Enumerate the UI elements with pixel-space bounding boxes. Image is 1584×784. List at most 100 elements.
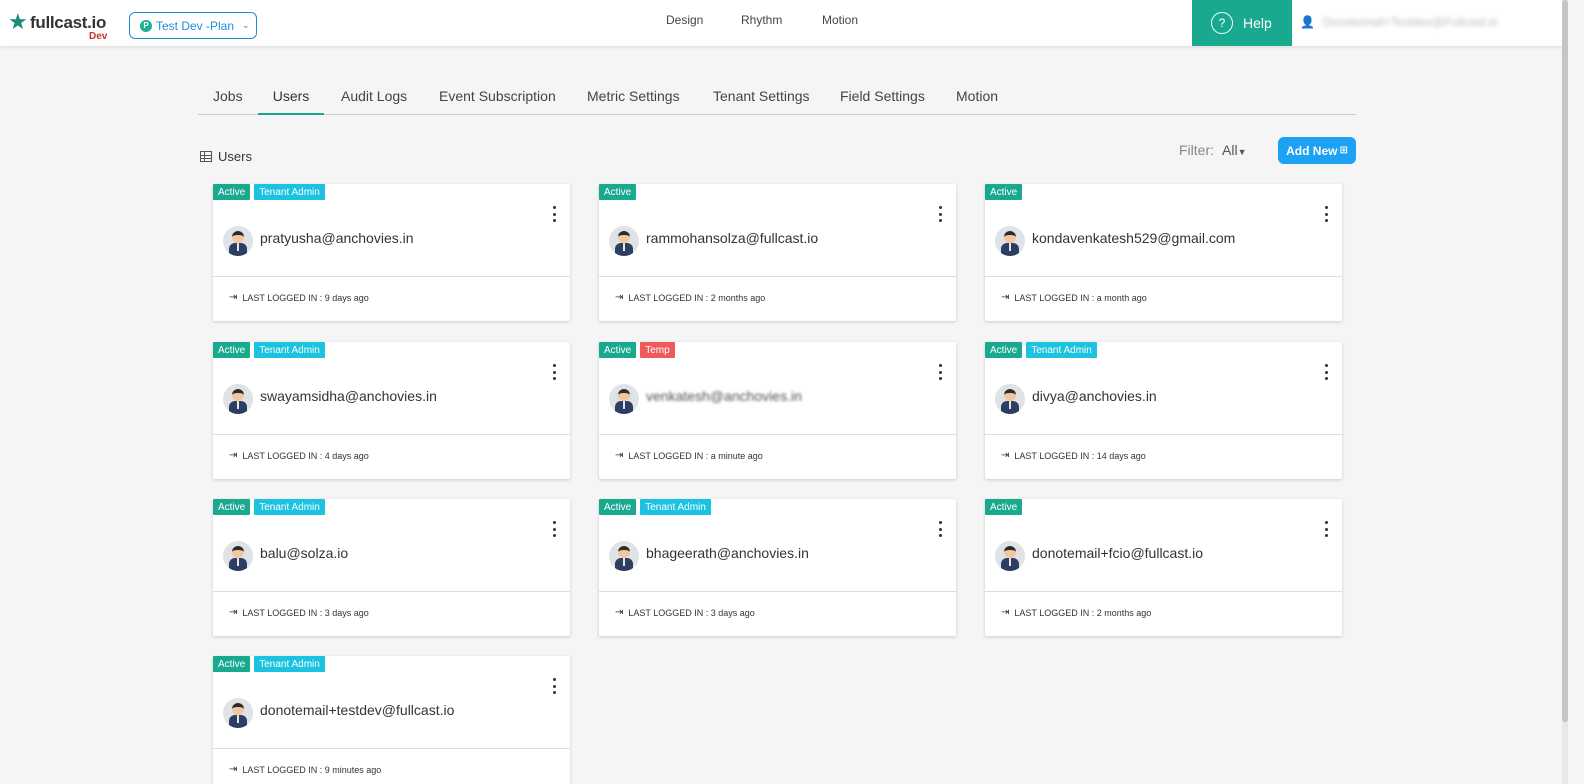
more-options-icon[interactable] — [551, 364, 557, 380]
card-divider — [599, 591, 956, 592]
avatar — [995, 384, 1025, 414]
more-options-icon[interactable] — [551, 206, 557, 222]
sign-in-icon: ⇥ — [615, 607, 624, 618]
plan-selector[interactable]: P Test Dev -Plan ⌄ — [129, 12, 257, 39]
page-scrollbar[interactable] — [1562, 0, 1568, 784]
user-badges: Active Tenant Admin — [213, 184, 325, 200]
user-card[interactable]: Active Tenant Admin swayamsidha@anchovies.… — [213, 342, 570, 479]
filter-label: Filter: — [1179, 142, 1214, 158]
add-new-button[interactable]: Add New ⊞ — [1278, 137, 1356, 164]
card-divider — [213, 276, 570, 277]
last-logged-in: ⇥ LAST LOGGED IN : a minute ago — [615, 450, 763, 461]
avatar — [609, 384, 639, 414]
user-card[interactable]: Active Tenant Admin pratyusha@anchovies.in… — [213, 184, 570, 321]
more-options-icon[interactable] — [1323, 364, 1329, 380]
filter-value: All — [1222, 142, 1238, 158]
tab-metric-settings[interactable]: Metric Settings — [587, 78, 680, 114]
tab-tenant-settings[interactable]: Tenant Settings — [713, 78, 810, 114]
tab-field-settings[interactable]: Field Settings — [840, 78, 925, 114]
more-options-icon[interactable] — [937, 521, 943, 537]
last-logged-prefix: LAST LOGGED IN : — [1014, 450, 1097, 461]
logo-text: fullcast.io — [30, 13, 107, 32]
avatar — [609, 541, 639, 571]
last-logged-text: LAST LOGGED IN : 14 days ago — [1014, 451, 1145, 461]
sign-in-icon: ⇥ — [615, 450, 624, 461]
avatar — [223, 541, 253, 571]
avatar — [223, 698, 253, 728]
user-card[interactable]: Active rammohansolza@fullcast.io ⇥ LAST LOG… — [599, 184, 956, 321]
status-badge: Active — [985, 342, 1023, 358]
help-button[interactable]: ? Help — [1192, 0, 1292, 46]
card-divider — [213, 748, 570, 749]
user-email: venkatesh@anchovies.in — [646, 388, 802, 404]
status-badge: Tenant Admin — [640, 499, 711, 515]
more-options-icon[interactable] — [937, 364, 943, 380]
user-badges: Active Tenant Admin — [213, 499, 325, 515]
user-email: pratyusha@anchovies.in — [260, 230, 414, 246]
last-logged-text: LAST LOGGED IN : 9 minutes ago — [242, 765, 381, 775]
nav-motion[interactable]: Motion — [822, 13, 858, 27]
nav-design[interactable]: Design — [666, 13, 703, 27]
more-options-icon[interactable] — [551, 678, 557, 694]
sign-in-icon: ⇥ — [229, 607, 238, 618]
card-divider — [213, 591, 570, 592]
avatar — [995, 226, 1025, 256]
tab-motion[interactable]: Motion — [956, 78, 998, 114]
user-card[interactable]: Active Tenant Admin donotemail+testdev@ful… — [213, 656, 570, 784]
last-logged-in: ⇥ LAST LOGGED IN : 2 months ago — [1001, 607, 1151, 618]
last-logged-value: 9 days ago — [324, 292, 369, 303]
user-badges: Active — [985, 184, 1023, 200]
last-logged-text: LAST LOGGED IN : 3 days ago — [242, 608, 368, 618]
help-icon: ? — [1211, 12, 1233, 34]
last-logged-text: LAST LOGGED IN : 2 months ago — [628, 293, 765, 303]
more-options-icon[interactable] — [551, 521, 557, 537]
last-logged-text: LAST LOGGED IN : 9 days ago — [242, 293, 368, 303]
filter-dropdown[interactable]: All▼ — [1222, 142, 1246, 158]
last-logged-in: ⇥ LAST LOGGED IN : 2 months ago — [615, 292, 765, 303]
last-logged-prefix: LAST LOGGED IN : — [628, 450, 711, 461]
sign-in-icon: ⇥ — [229, 292, 238, 303]
last-logged-prefix: LAST LOGGED IN : — [1014, 607, 1097, 618]
last-logged-prefix: LAST LOGGED IN : — [1014, 292, 1097, 303]
last-logged-prefix: LAST LOGGED IN : — [628, 292, 711, 303]
fullcast-logo[interactable]: ★ fullcast.io Dev — [8, 11, 123, 43]
user-badges: Active Tenant Admin — [599, 499, 711, 515]
tab-event-subscription[interactable]: Event Subscription — [439, 78, 556, 114]
filter: Filter: All▼ — [1179, 142, 1246, 158]
scrollbar-thumb[interactable] — [1562, 0, 1568, 722]
plan-icon: P — [140, 19, 152, 32]
user-card[interactable]: Active Temp venkatesh@anchovies.in ⇥ LAST LO… — [599, 342, 956, 479]
more-options-icon[interactable] — [1323, 521, 1329, 537]
status-badge: Tenant Admin — [1026, 342, 1097, 358]
avatar — [223, 384, 253, 414]
user-card[interactable]: Active kondavenkatesh529@gmail.com ⇥ LAST L… — [985, 184, 1342, 321]
more-options-icon[interactable] — [1323, 206, 1329, 222]
last-logged-text: LAST LOGGED IN : a month ago — [1014, 293, 1146, 303]
user-card[interactable]: Active Tenant Admin divya@anchovies.in ⇥ LAS… — [985, 342, 1342, 479]
more-options-icon[interactable] — [937, 206, 943, 222]
env-label: Dev — [89, 31, 108, 42]
user-menu[interactable]: 👤 Donotemail+Testdev@Fullcast.io — [1300, 10, 1550, 34]
card-divider — [985, 276, 1342, 277]
user-email: Donotemail+Testdev@Fullcast.io — [1322, 15, 1499, 29]
user-email: donotemail+testdev@fullcast.io — [260, 702, 455, 718]
status-badge: Tenant Admin — [254, 184, 325, 200]
sign-in-icon: ⇥ — [1001, 292, 1010, 303]
card-divider — [985, 591, 1342, 592]
tab-users[interactable]: Users — [258, 78, 324, 115]
user-badges: Active Tenant Admin — [213, 342, 325, 358]
top-bar: ★ fullcast.io Dev P Test Dev -Plan ⌄ Des… — [0, 0, 1562, 46]
nav-rhythm[interactable]: Rhythm — [741, 13, 782, 27]
sign-in-icon: ⇥ — [1001, 607, 1010, 618]
section-title: Users — [200, 149, 252, 164]
last-logged-prefix: LAST LOGGED IN : — [242, 764, 325, 775]
status-badge: Active — [213, 342, 251, 358]
tab-audit-logs[interactable]: Audit Logs — [341, 78, 407, 114]
sign-in-icon: ⇥ — [1001, 450, 1010, 461]
user-card[interactable]: Active donotemail+fcio@fullcast.io ⇥ LAST L… — [985, 499, 1342, 636]
status-badge: Active — [213, 499, 251, 515]
user-card[interactable]: Active Tenant Admin bhageerath@anchovies.i… — [599, 499, 956, 636]
tab-jobs[interactable]: Jobs — [213, 78, 243, 114]
last-logged-in: ⇥ LAST LOGGED IN : 14 days ago — [1001, 450, 1146, 461]
user-card[interactable]: Active Tenant Admin balu@solza.io ⇥ LAST LOG… — [213, 499, 570, 636]
